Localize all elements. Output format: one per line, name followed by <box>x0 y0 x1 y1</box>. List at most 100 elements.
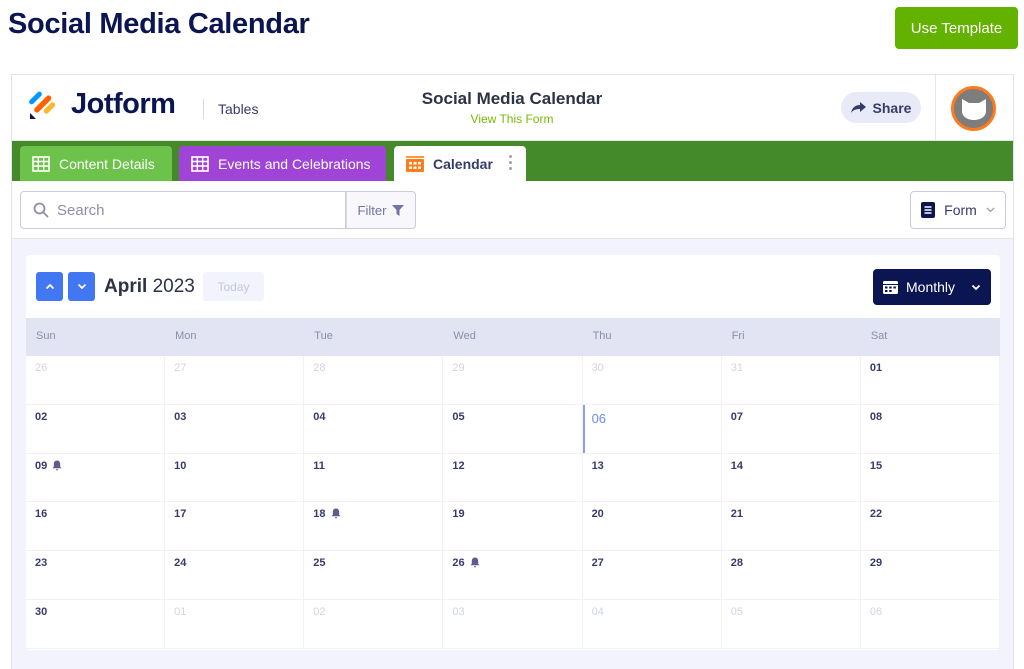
day-number: 22 <box>869 508 883 521</box>
calendar-day-cell[interactable]: 13 <box>582 453 722 503</box>
calendar-day-cell[interactable]: 01 <box>165 600 305 649</box>
calendar-day-cell[interactable]: 14 <box>721 453 861 503</box>
app-frame: Jotform Tables Social Media Calendar Vie… <box>11 74 1014 669</box>
bell-reminder-icon[interactable] <box>331 508 341 519</box>
today-button[interactable]: Today <box>203 272 264 301</box>
search-box[interactable] <box>20 191 346 229</box>
share-button[interactable]: Share <box>841 92 921 123</box>
day-number: 31 <box>730 362 743 374</box>
day-number: 05 <box>452 410 465 423</box>
calendar-day-cell[interactable]: 03 <box>443 600 583 649</box>
tab-calendar[interactable]: Calendar <box>394 146 526 181</box>
bell-reminder-icon[interactable] <box>52 460 62 471</box>
tab-more-options-icon[interactable] <box>509 155 512 170</box>
weekday-label: Sat <box>870 330 888 342</box>
calendar-day-cell[interactable]: 20 <box>582 502 722 552</box>
calendar-day-cell[interactable]: 26 <box>26 356 166 405</box>
calendar-day-cell[interactable]: 08 <box>860 404 1000 454</box>
calendar-day-cell[interactable]: 26 <box>443 551 583 601</box>
previous-month-button[interactable] <box>36 272 63 301</box>
day-number: 23 <box>35 557 48 570</box>
tab-label: Calendar <box>433 155 493 172</box>
avatar-cat-icon <box>961 98 986 120</box>
tab-content-details[interactable]: Content Details <box>20 146 172 181</box>
section-label[interactable]: Tables <box>218 101 258 117</box>
calendar-day-cell[interactable]: 25 <box>304 551 444 601</box>
form-view-button[interactable]: Form <box>910 191 1006 229</box>
calendar-day-cell[interactable]: 18 <box>304 502 444 552</box>
tab-events-and-celebrations[interactable]: Events and Celebrations <box>179 146 386 181</box>
day-number: 09 <box>35 459 48 472</box>
calendar-day-cell[interactable]: 03 <box>165 404 305 454</box>
calendar-day-cell[interactable]: 16 <box>26 502 166 552</box>
calendar-day-cell[interactable]: 27 <box>582 551 722 601</box>
header-divider <box>203 99 204 119</box>
day-number: 02 <box>35 410 48 423</box>
day-number: 06 <box>869 606 883 619</box>
calendar-day-cell[interactable]: 29 <box>860 551 1000 601</box>
view-mode-label: Monthly <box>906 279 956 295</box>
calendar-day-cell[interactable]: 02 <box>26 404 166 454</box>
day-number: 01 <box>869 362 883 374</box>
calendar-day-cell[interactable]: 22 <box>860 502 1000 552</box>
calendar-day-cell[interactable]: 09 <box>26 453 166 503</box>
calendar-day-cell[interactable]: 28 <box>304 356 444 405</box>
calendar-day-cell[interactable]: 27 <box>165 356 305 405</box>
app-header: Jotform Tables Social Media Calendar Vie… <box>12 75 1013 141</box>
day-number: 25 <box>313 557 326 570</box>
calendar-day-cell[interactable]: 02 <box>304 600 444 649</box>
month-year-label: April 2023 <box>104 276 195 298</box>
day-number: 03 <box>174 410 187 423</box>
calendar-day-cell[interactable]: 29 <box>443 356 583 405</box>
calendar-day-cell[interactable]: 15 <box>860 453 1000 503</box>
calendar-day-cell-today[interactable]: 06 <box>582 404 722 454</box>
calendar-day-cell[interactable]: 11 <box>304 453 444 503</box>
weekday-label: Fri <box>731 330 745 342</box>
day-number: 11 <box>313 459 325 472</box>
calendar-grid: 26 27 28 29 30 31 01 02 03 04 05 06 07 08 09 10 11 12 13 14… <box>26 356 1000 649</box>
calendar-day-cell[interactable]: 30 <box>582 356 722 405</box>
calendar-day-cell[interactable]: 07 <box>721 404 861 454</box>
chevron-down-icon <box>77 283 86 290</box>
year: 2023 <box>152 276 195 297</box>
calendar-day-cell[interactable]: 19 <box>443 502 583 552</box>
day-number: 12 <box>452 459 465 472</box>
day-number: 29 <box>452 362 465 374</box>
user-avatar[interactable] <box>951 86 996 131</box>
calendar-day-cell[interactable]: 30 <box>26 600 166 649</box>
calendar-day-cell[interactable]: 05 <box>443 404 583 454</box>
day-number: 16 <box>35 508 48 521</box>
calendar-day-cell[interactable]: 17 <box>165 502 305 552</box>
day-number: 30 <box>591 362 604 374</box>
calendar-day-cell[interactable]: 10 <box>165 453 305 503</box>
calendar-day-cell[interactable]: 06 <box>860 600 1000 649</box>
calendar-day-cell[interactable]: 04 <box>304 404 444 454</box>
day-number: 27 <box>591 557 604 570</box>
next-month-button[interactable] <box>68 272 95 301</box>
brand-name[interactable]: Jotform <box>71 88 176 121</box>
calendar-day-cell[interactable]: 05 <box>721 600 861 649</box>
avatar-divider <box>935 75 936 141</box>
calendar-day-cell[interactable]: 04 <box>582 600 722 649</box>
calendar-day-cell[interactable]: 01 <box>860 356 1000 405</box>
chevron-down-icon <box>971 284 981 290</box>
search-input[interactable] <box>57 201 327 219</box>
calendar-day-cell[interactable]: 31 <box>721 356 861 405</box>
calendar-day-cell[interactable]: 28 <box>721 551 861 601</box>
day-number: 30 <box>35 606 48 619</box>
day-number: 13 <box>591 459 604 472</box>
day-number: 05 <box>730 606 743 619</box>
view-mode-dropdown[interactable]: Monthly <box>873 269 991 305</box>
use-template-button[interactable]: Use Template <box>895 7 1018 49</box>
chevron-down-icon <box>986 207 995 213</box>
day-number: 02 <box>313 606 326 619</box>
filter-funnel-icon <box>392 204 405 216</box>
calendar-day-cell[interactable]: 21 <box>721 502 861 552</box>
calendar-day-cell[interactable]: 23 <box>26 551 166 601</box>
calendar-day-cell[interactable]: 24 <box>165 551 305 601</box>
day-number: 04 <box>313 410 326 423</box>
filter-button[interactable]: Filter <box>346 191 416 229</box>
bell-reminder-icon[interactable] <box>470 557 480 568</box>
calendar-day-cell[interactable]: 12 <box>443 453 583 503</box>
view-form-link[interactable]: View This Form <box>392 112 632 126</box>
